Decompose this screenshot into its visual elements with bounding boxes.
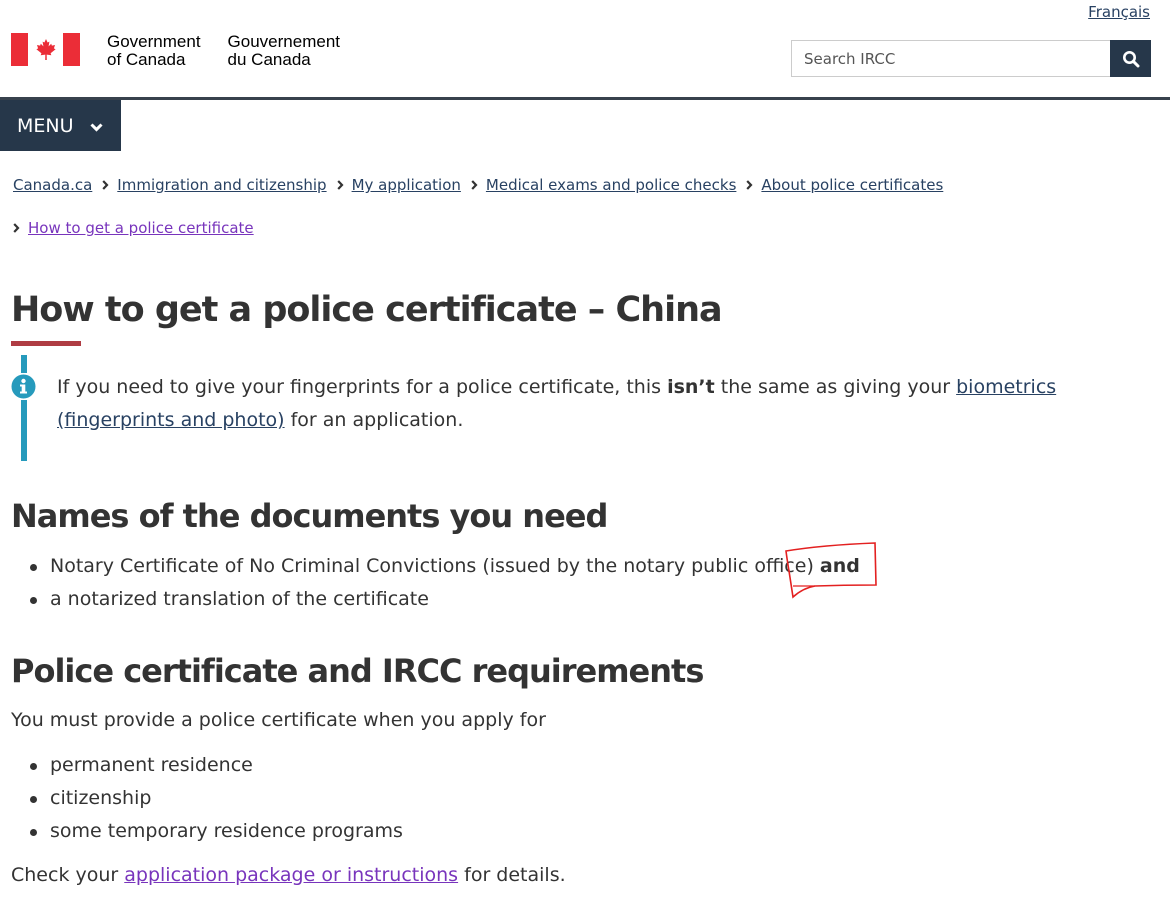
check-text: Check your bbox=[11, 864, 125, 886]
check-text: for details. bbox=[458, 864, 566, 886]
list-item: a notarized translation of the certifica… bbox=[30, 583, 860, 616]
check-details-paragraph: Check your application package or instru… bbox=[11, 864, 566, 886]
breadcrumb-link-canada[interactable]: Canada.ca bbox=[13, 176, 92, 194]
maple-leaf-icon bbox=[35, 38, 56, 60]
chevron-right-icon bbox=[13, 223, 21, 233]
alert-text-part: for an application. bbox=[284, 409, 464, 431]
chevron-right-icon bbox=[471, 180, 479, 190]
title-underline bbox=[11, 341, 81, 346]
requirements-intro: You must provide a police certificate wh… bbox=[11, 709, 546, 731]
chevron-right-icon bbox=[746, 180, 754, 190]
chevron-right-icon bbox=[336, 180, 345, 190]
canada-flag-icon bbox=[11, 33, 80, 66]
signature-en-line2: of Canada bbox=[107, 50, 186, 69]
list-item: some temporary residence programs bbox=[30, 815, 403, 848]
list-item: permanent residence bbox=[30, 749, 403, 782]
search-button[interactable] bbox=[1110, 40, 1151, 77]
application-package-link[interactable]: application package or instructions bbox=[124, 864, 458, 886]
menu-label: MENU bbox=[17, 114, 74, 137]
breadcrumb-link-my-application[interactable]: My application bbox=[352, 176, 461, 194]
breadcrumb-link-medical-exams[interactable]: Medical exams and police checks bbox=[486, 176, 736, 194]
government-signature[interactable]: Government of Canada Gouvernement du Can… bbox=[11, 33, 340, 69]
header-divider bbox=[0, 97, 1170, 100]
signature-fr-line2: du Canada bbox=[227, 50, 311, 69]
info-icon bbox=[10, 373, 37, 400]
documents-heading: Names of the documents you need bbox=[11, 497, 608, 535]
requirements-list: permanent residence citizenship some tem… bbox=[30, 749, 403, 848]
signature-french: Gouvernement du Canada bbox=[228, 33, 340, 69]
documents-list: Notary Certificate of No Criminal Convic… bbox=[30, 550, 860, 616]
list-item: Notary Certificate of No Criminal Convic… bbox=[30, 550, 860, 583]
breadcrumb-link-about-police-certificates[interactable]: About police certificates bbox=[761, 176, 943, 194]
list-item-text: a notarized translation of the certifica… bbox=[50, 588, 429, 610]
breadcrumb-link-immigration[interactable]: Immigration and citizenship bbox=[117, 176, 326, 194]
breadcrumb-link-how-to-get[interactable]: How to get a police certificate bbox=[28, 219, 254, 237]
language-toggle-link[interactable]: Français bbox=[1088, 3, 1150, 21]
chevron-down-icon bbox=[89, 115, 103, 137]
list-item: citizenship bbox=[30, 782, 403, 815]
search-input[interactable] bbox=[791, 40, 1110, 77]
list-item-text: Notary Certificate of No Criminal Convic… bbox=[50, 555, 820, 577]
page-title: How to get a police certificate – China bbox=[11, 290, 723, 330]
breadcrumb: Canada.ca Immigration and citizenship My… bbox=[13, 174, 1163, 239]
list-item-bold: and bbox=[819, 555, 860, 577]
alert-bar bbox=[21, 355, 27, 461]
menu-button[interactable]: MENU bbox=[0, 100, 121, 151]
signature-english: Government of Canada bbox=[107, 33, 201, 69]
alert-bold-text: isn’t bbox=[667, 376, 715, 398]
chevron-right-icon bbox=[102, 180, 110, 190]
requirements-heading: Police certificate and IRCC requirements bbox=[11, 652, 704, 690]
signature-fr-line1: Gouvernement bbox=[227, 32, 340, 51]
alert-message: If you need to give your fingerprints fo… bbox=[57, 371, 1057, 437]
info-alert: If you need to give your fingerprints fo… bbox=[10, 355, 1056, 461]
alert-text-part: If you need to give your fingerprints fo… bbox=[57, 376, 668, 398]
alert-text-part: the same as giving your bbox=[714, 376, 957, 398]
search-icon bbox=[1122, 50, 1139, 67]
signature-en-line1: Government bbox=[107, 32, 201, 51]
search-form bbox=[791, 40, 1151, 77]
